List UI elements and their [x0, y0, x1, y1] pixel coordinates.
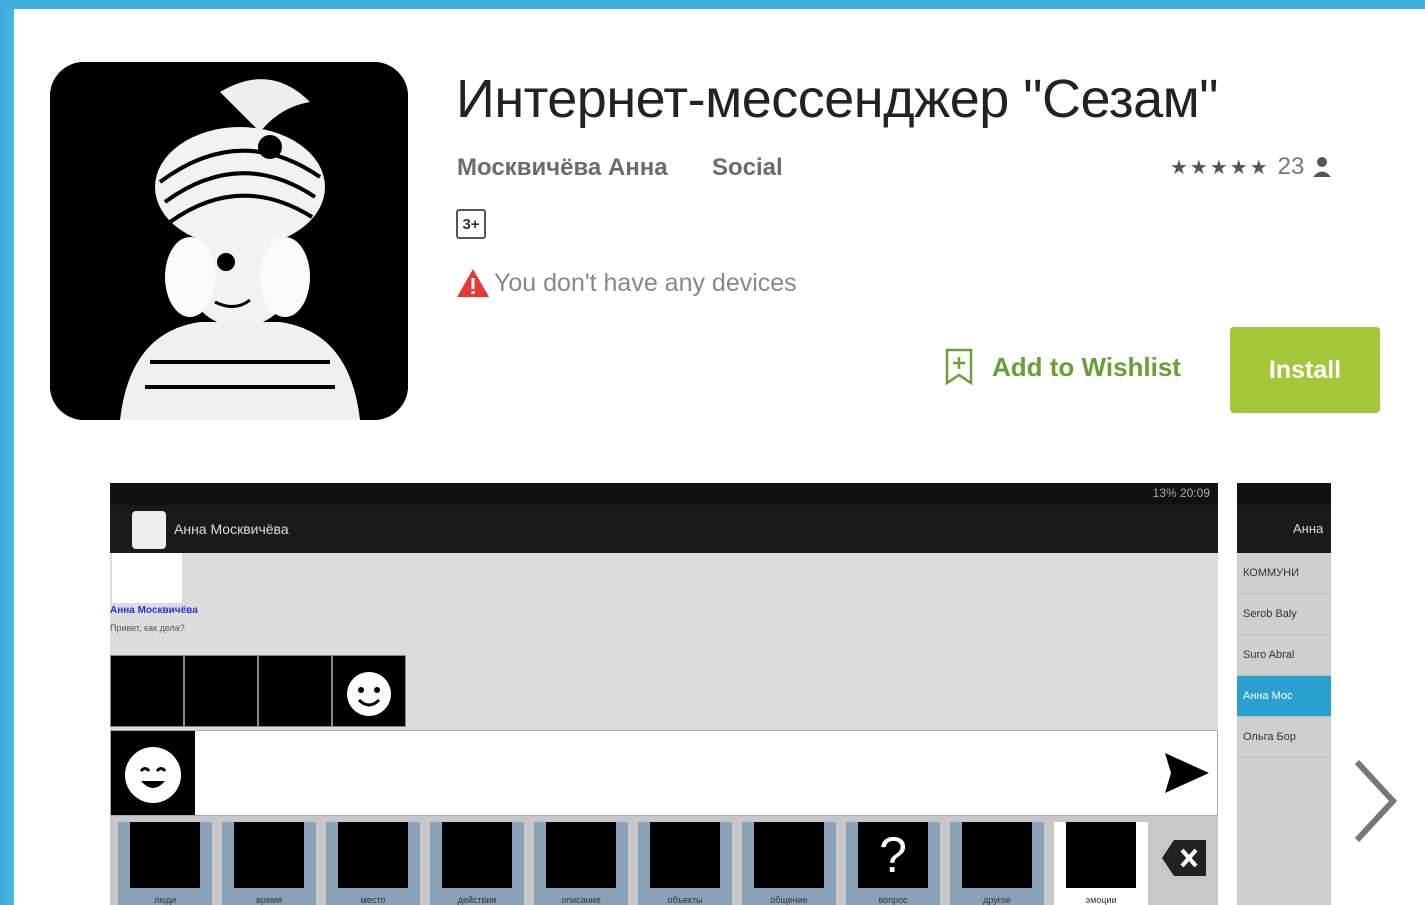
app-screenshot-second[interactable]: Анна КОММУНИ Serob Baly Suro Abral Анна …	[1237, 483, 1331, 905]
install-button[interactable]: Install	[1230, 327, 1380, 413]
category-tile[interactable]: место	[326, 822, 420, 905]
screenshot-app-bar: Анна Москвичёва	[110, 505, 1218, 553]
warning-text: You don't have any devices	[494, 268, 797, 297]
category-label: объекты	[667, 895, 703, 905]
app-icon-illustration	[50, 62, 408, 420]
message-text: Привет, как дела?	[110, 623, 185, 633]
contact-name: Анна	[1293, 521, 1324, 536]
message-symbol-tile	[110, 655, 184, 727]
app-screenshot-main[interactable]: 13% 20:09 Анна Москвичёва Анна Москвичёв…	[110, 483, 1218, 905]
contact-row: Serob Baly	[1237, 594, 1331, 635]
category-label: описание	[561, 895, 601, 905]
rating-summary: ★★★★★ 23	[1170, 153, 1332, 181]
category-tile[interactable]: объекты	[638, 822, 732, 905]
smile-icon	[347, 672, 391, 716]
category-tile[interactable]: действия	[430, 822, 524, 905]
compose-symbol-tile	[111, 731, 195, 815]
backspace-icon[interactable]	[1160, 838, 1208, 878]
person-icon	[1313, 157, 1332, 177]
category-label: эмоции	[1085, 895, 1117, 905]
message-sender: Анна Москвичёва	[110, 605, 198, 616]
chat-area: Анна Москвичёва Привет, как дела?	[110, 553, 1218, 729]
content-rating-badge: 3+	[456, 209, 486, 239]
category-label: люди	[153, 895, 177, 905]
category-tile[interactable]: ? вопрос	[846, 822, 940, 905]
app-author-link[interactable]: Москвичёва Анна	[457, 154, 668, 182]
contact-name: Анна Москвичёва	[174, 521, 289, 537]
device-warning: You don't have any devices	[456, 268, 797, 298]
category-tile[interactable]: другое	[950, 822, 1044, 905]
warning-icon	[457, 269, 489, 297]
category-label: время	[256, 895, 282, 905]
compose-field[interactable]	[110, 730, 1218, 816]
message-image	[112, 553, 182, 603]
message-symbol-tile	[332, 655, 406, 727]
app-category-link[interactable]: Social	[712, 154, 783, 182]
category-tile[interactable]: время	[222, 822, 316, 905]
message-symbol-tile	[184, 655, 258, 727]
contact-row: Ольга Бор	[1237, 717, 1331, 758]
contact-row: КОММУНИ	[1237, 553, 1331, 594]
app-icon	[50, 62, 408, 420]
contact-row: Suro Abral	[1237, 635, 1331, 676]
wishlist-label: Add to Wishlist	[992, 351, 1181, 382]
screenshot-status-bar: 13% 20:09	[110, 483, 1218, 505]
top-accent-border	[0, 0, 1425, 9]
category-tile[interactable]: люди	[118, 822, 212, 905]
category-tile[interactable]: общение	[742, 822, 836, 905]
smile-icon	[125, 747, 181, 803]
bookmark-plus-icon	[945, 348, 973, 386]
screenshot-app-bar: Анна	[1237, 505, 1331, 553]
category-label: вопрос	[878, 895, 908, 905]
category-tile[interactable]: эмоции	[1054, 822, 1148, 905]
status-time: 13% 20:09	[1152, 486, 1210, 500]
chevron-right-icon[interactable]	[1345, 756, 1405, 846]
category-label: общение	[770, 895, 808, 905]
send-icon[interactable]	[1163, 751, 1211, 795]
add-to-wishlist-button[interactable]: Add to Wishlist	[944, 348, 1181, 386]
category-label: действия	[457, 895, 497, 905]
message-symbol-tile	[258, 655, 332, 727]
contact-row: Анна Мос	[1237, 676, 1331, 717]
category-label: место	[360, 895, 386, 905]
rating-count: 23	[1277, 153, 1305, 180]
app-title: Интернет-мессенджер "Сезам"	[456, 69, 1218, 129]
avatar	[132, 511, 166, 549]
category-label: другое	[983, 895, 1011, 905]
symbol-category-tray: люди время место действия описание объек…	[110, 816, 1218, 905]
screenshot-status-bar	[1237, 483, 1331, 505]
star-icon: ★★★★★	[1170, 156, 1270, 179]
category-tile[interactable]: описание	[534, 822, 628, 905]
